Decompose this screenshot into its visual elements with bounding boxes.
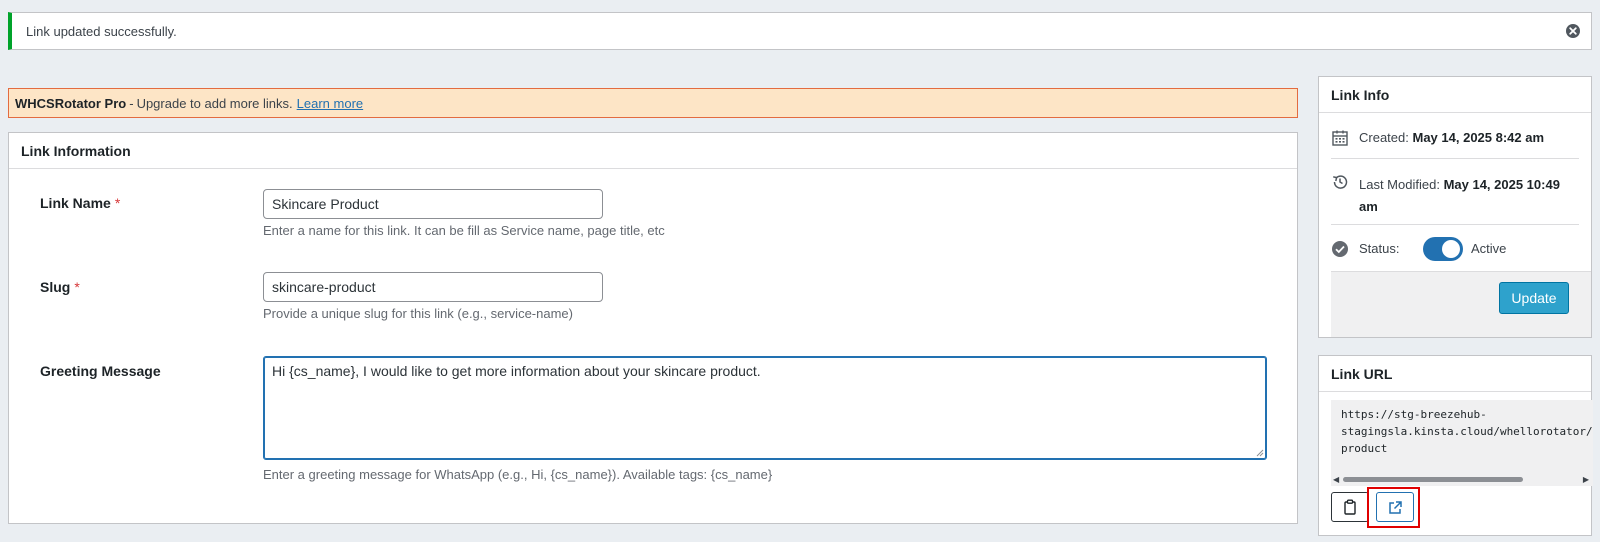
panel-title: Link Information: [9, 133, 1297, 169]
success-notice: Link updated successfully.: [8, 12, 1592, 50]
required-mark: *: [114, 195, 121, 211]
scroll-right-icon[interactable]: ▶: [1583, 475, 1589, 484]
horizontal-scrollbar[interactable]: ◀ ▶: [1331, 474, 1593, 486]
url-line: https://stg-breezehub-: [1341, 408, 1487, 421]
slug-description: Provide a unique slug for this link (e.g…: [263, 306, 573, 321]
slug-label-text: Slug: [40, 279, 71, 295]
created-value: May 14, 2025 8:42 am: [1412, 130, 1545, 145]
greeting-message-textarea[interactable]: Hi {cs_name}, I would like to get more i…: [263, 356, 1267, 460]
status-label: Status:: [1359, 241, 1400, 256]
clipboard-icon: [1344, 499, 1356, 515]
divider: [1331, 224, 1579, 225]
banner-separator: -: [129, 95, 134, 111]
greeting-description: Enter a greeting message for WhatsApp (e…: [263, 467, 773, 482]
learn-more-link[interactable]: Learn more: [297, 96, 363, 111]
status-toggle[interactable]: [1423, 237, 1463, 261]
slug-label: Slug *: [40, 279, 80, 295]
copy-url-button[interactable]: [1331, 492, 1369, 522]
scroll-left-icon[interactable]: ◀: [1333, 475, 1339, 484]
link-name-description: Enter a name for this link. It can be fi…: [263, 223, 665, 238]
info-actions: Update: [1331, 271, 1591, 337]
divider: [1331, 158, 1579, 159]
slug-input[interactable]: skincare-product: [263, 272, 603, 302]
link-url-code[interactable]: https://stg-breezehub-stagingsla.kinsta.…: [1331, 400, 1593, 474]
created-label: Created:: [1359, 130, 1409, 145]
greeting-label: Greeting Message: [40, 363, 161, 379]
status-value: Active: [1471, 241, 1507, 256]
link-name-label: Link Name *: [40, 195, 120, 211]
modified-label: Last Modified:: [1359, 177, 1440, 192]
link-info-panel: Link Info Created: May 14, 2025 8:42 am …: [1318, 76, 1592, 338]
dismiss-notice-icon[interactable]: [1565, 23, 1581, 39]
external-link-icon: [1388, 500, 1402, 514]
link-information-panel: Link Information Link Name * Skincare Pro…: [8, 132, 1298, 524]
link-name-label-text: Link Name: [40, 195, 111, 211]
modified-info: Last Modified: May 14, 2025 10:49 am: [1331, 174, 1579, 218]
notice-message: Link updated successfully.: [26, 23, 177, 39]
open-url-button[interactable]: [1376, 492, 1414, 522]
pro-brand: WHCSRotator Pro: [15, 95, 127, 111]
banner-text: Upgrade to add more links.: [136, 95, 293, 111]
url-line: product: [1341, 442, 1388, 455]
created-info: Created: May 14, 2025 8:42 am: [1331, 130, 1579, 145]
url-line: stagingsla.kinsta.cloud/whellorotator/: [1341, 425, 1593, 438]
scrollbar-thumb[interactable]: [1343, 477, 1523, 482]
check-circle-icon: [1332, 241, 1348, 257]
update-button[interactable]: Update: [1499, 282, 1569, 314]
greeting-text: Hi {cs_name}, I would like to get more i…: [272, 363, 761, 379]
link-url-title: Link URL: [1319, 356, 1591, 392]
link-name-input[interactable]: Skincare Product: [263, 189, 603, 219]
link-url-panel: Link URL https://stg-breezehub-stagingsl…: [1318, 355, 1593, 536]
required-mark: *: [74, 279, 80, 295]
upgrade-banner: WHCSRotator Pro - Upgrade to add more li…: [8, 88, 1298, 118]
link-info-title: Link Info: [1319, 77, 1591, 113]
resize-grip-icon[interactable]: [1256, 449, 1264, 457]
